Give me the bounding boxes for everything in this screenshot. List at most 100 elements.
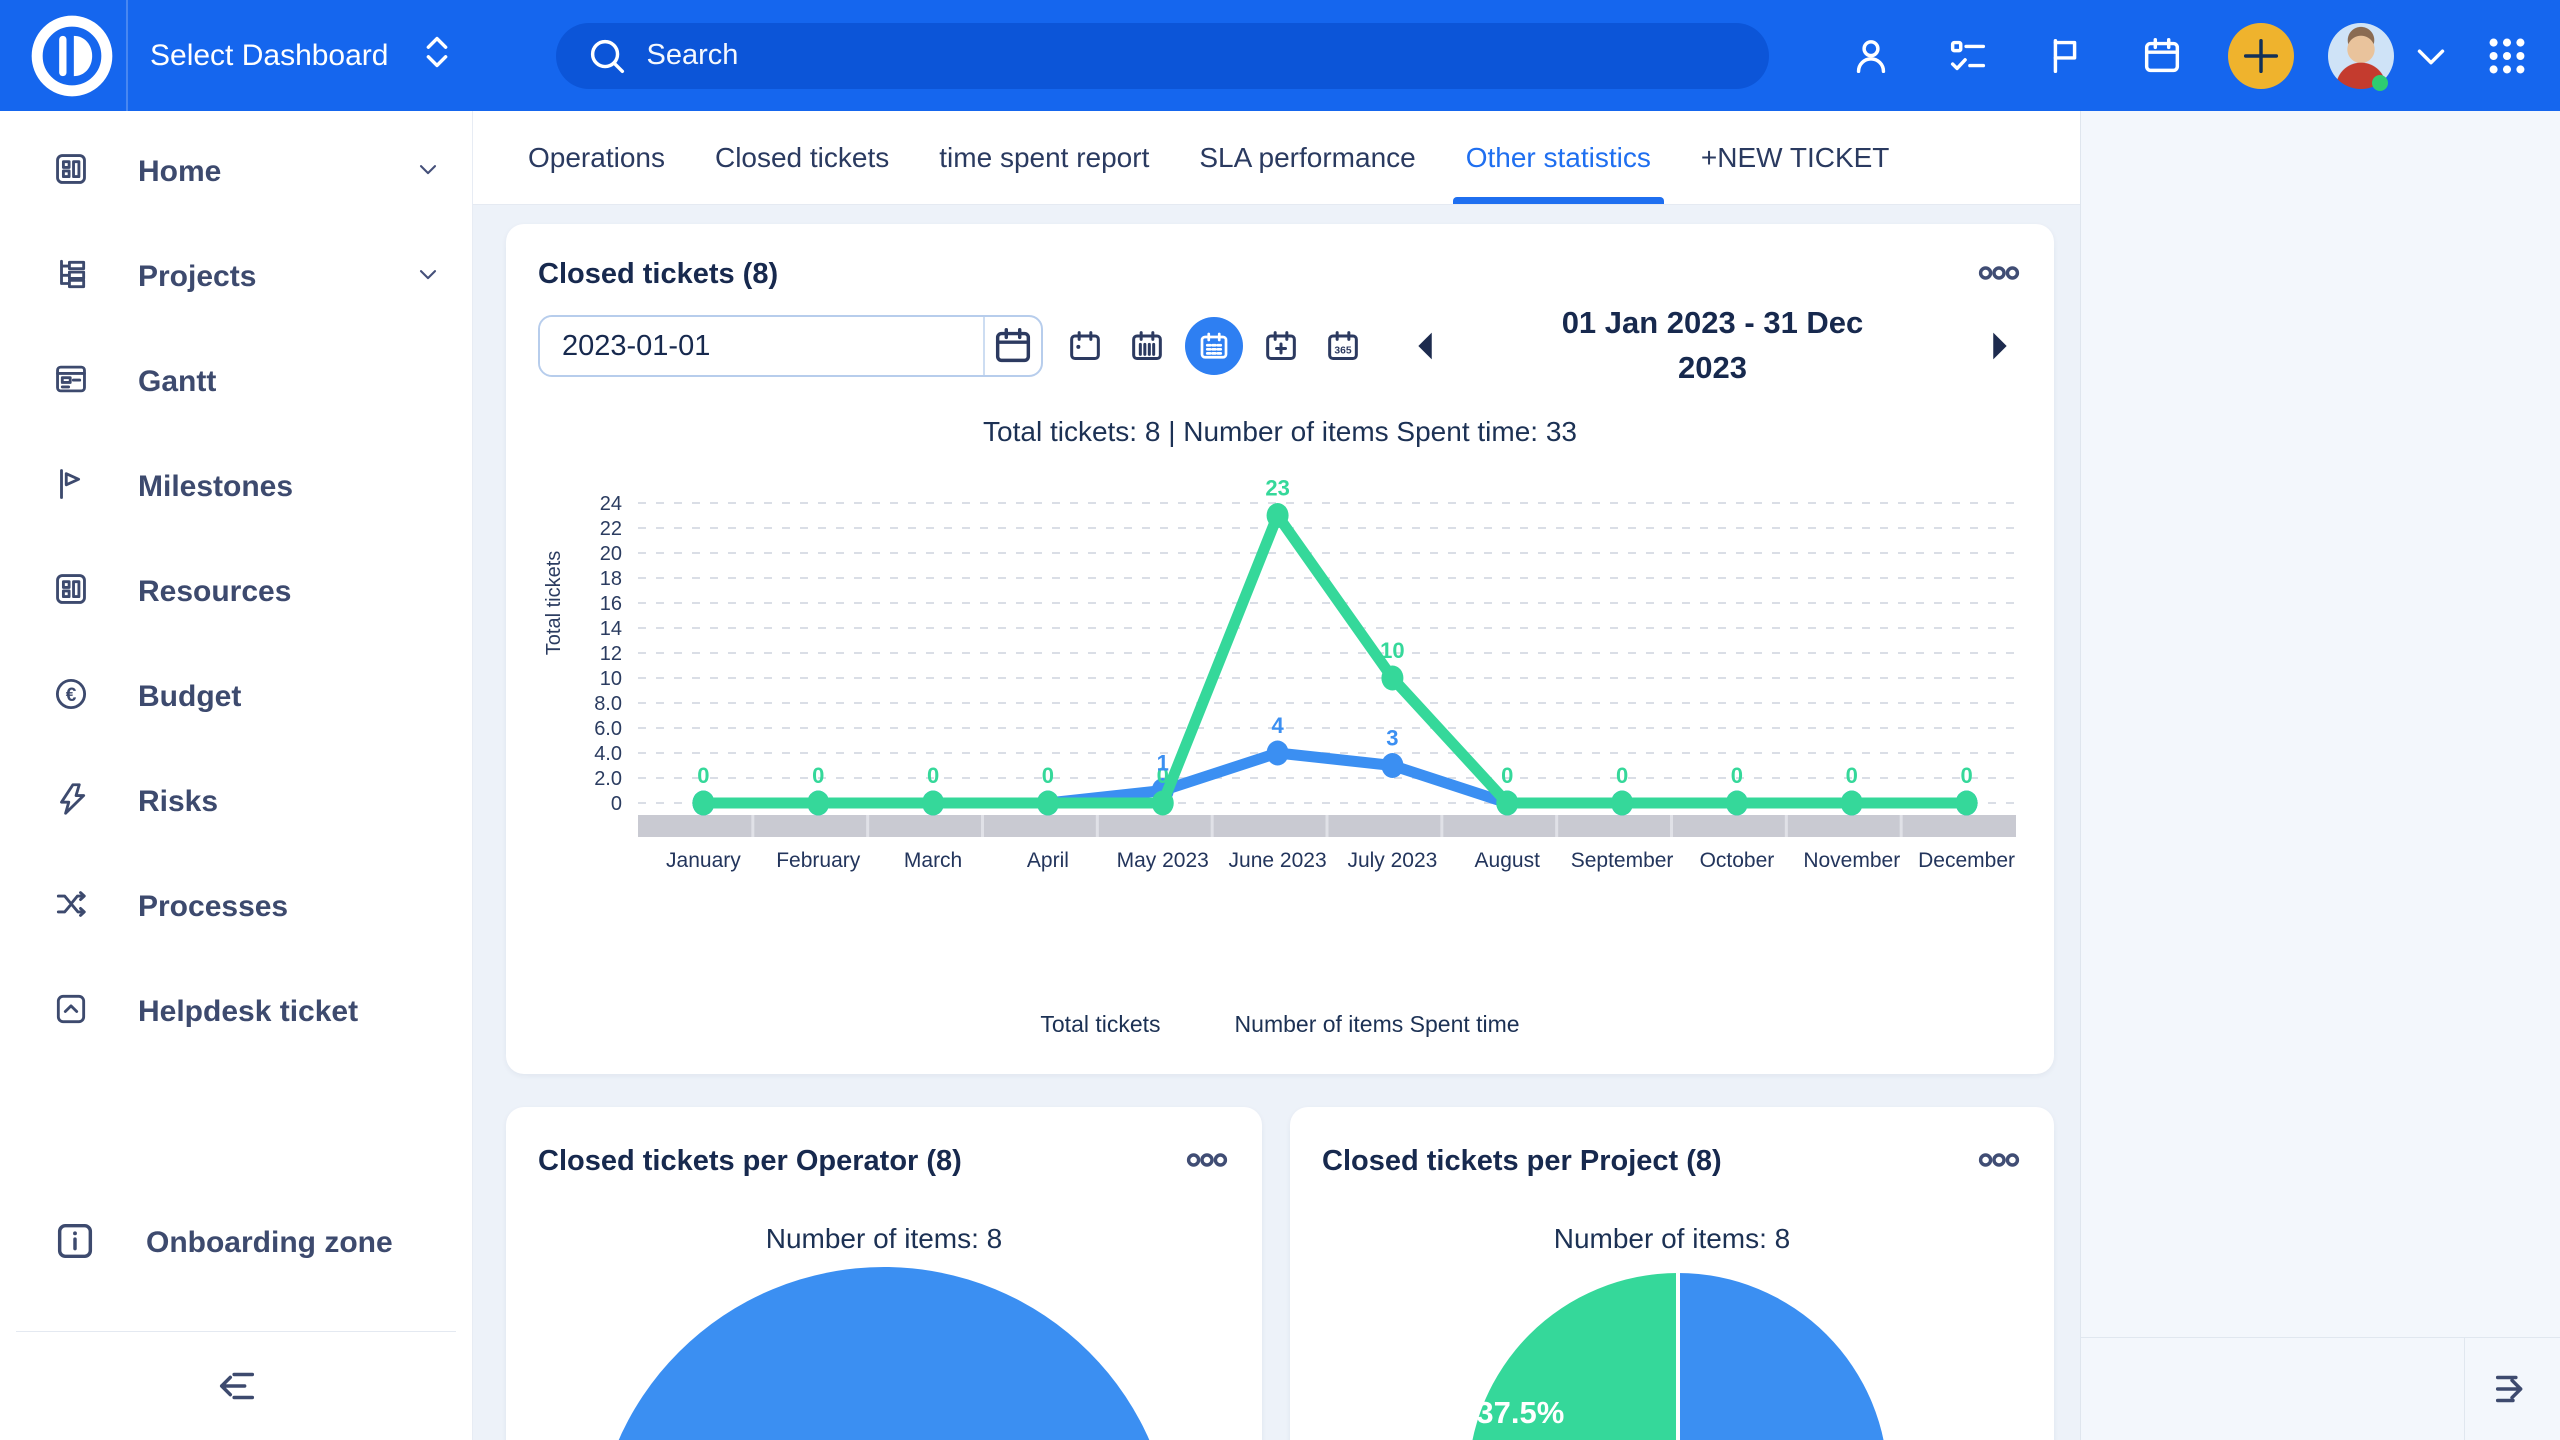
svg-text:April: April: [1027, 849, 1069, 872]
card-menu-button[interactable]: [1976, 1137, 2022, 1186]
tasks-icon[interactable]: [1919, 33, 2016, 79]
sidebar-item-label: Gantt: [138, 365, 216, 399]
processes-icon: [52, 885, 90, 928]
tab-time-spent-report[interactable]: time spent report: [914, 111, 1174, 204]
sidebar-item-label: Resources: [138, 575, 291, 609]
calendar-icon[interactable]: [2113, 33, 2210, 79]
card-menu-button[interactable]: [1184, 1137, 1230, 1186]
svg-text:12: 12: [600, 643, 622, 665]
tab-operations[interactable]: Operations: [503, 111, 690, 204]
tab-other-statistics[interactable]: Other statistics: [1441, 111, 1676, 204]
calendar-icon: [990, 323, 1036, 369]
svg-text:24: 24: [600, 493, 622, 515]
sidebar-item-label: Milestones: [138, 470, 293, 504]
sidebar-item-budget[interactable]: €Budget: [0, 644, 472, 749]
panel-collapse-button[interactable]: [2465, 1338, 2560, 1440]
svg-text:November: November: [1803, 849, 1900, 872]
sidebar-item-onboarding-zone[interactable]: Onboarding zone: [0, 1198, 473, 1288]
flag-icon[interactable]: [2016, 33, 2113, 79]
sidebar-collapse-button[interactable]: [0, 1332, 473, 1440]
header-actions: [1822, 23, 2530, 89]
sidebar-item-label: Risks: [138, 785, 218, 819]
avatar-chevron-down-icon[interactable]: [2408, 33, 2454, 79]
svg-text:June 2023: June 2023: [1229, 849, 1327, 872]
svg-text:10: 10: [1380, 638, 1404, 663]
calendar-day-icon[interactable]: [1061, 322, 1109, 370]
svg-text:September: September: [1571, 849, 1674, 872]
date-picker-button[interactable]: [983, 317, 1041, 375]
svg-text:Total tickets: Total tickets: [543, 551, 565, 655]
sidebar-nav: HomeProjects Gantt Milestones Resources €Bud…: [0, 111, 472, 1064]
svg-text:February: February: [776, 849, 861, 872]
calendar-month-icon[interactable]: [1185, 317, 1243, 375]
svg-text:1: 1: [1157, 751, 1169, 776]
svg-text:0: 0: [1616, 763, 1628, 788]
tab-label: time spent report: [939, 142, 1149, 174]
tab-bar: Operations Closed tickets time spent repor…: [473, 111, 2080, 205]
sidebar-item-helpdesk-ticket[interactable]: Helpdesk ticket: [0, 959, 472, 1064]
dashboard-selector[interactable]: Select Dashboard: [150, 29, 460, 83]
card-title: Closed tickets per Operator (8): [538, 1145, 962, 1178]
svg-text:October: October: [1700, 849, 1775, 872]
svg-text:May 2023: May 2023: [1117, 849, 1209, 872]
plus-icon: [2238, 33, 2284, 79]
tab-sla-performance[interactable]: SLA performance: [1174, 111, 1440, 204]
pie-subtitle: Number of items: 8: [538, 1223, 1230, 1255]
prev-period-button[interactable]: [1403, 323, 1449, 369]
sidebar-item-milestones[interactable]: Milestones: [0, 434, 472, 539]
tab-label: Other statistics: [1466, 142, 1651, 174]
user-icon[interactable]: [1822, 33, 1919, 79]
svg-text:2.0: 2.0: [594, 768, 622, 790]
sidebar-item-home[interactable]: Home: [0, 119, 472, 224]
pie-slice-label: 37.5%: [1476, 1395, 1564, 1431]
sidebar-item-resources[interactable]: Resources: [0, 539, 472, 644]
card-menu-button[interactable]: [1976, 250, 2022, 299]
panel-footer-spacer: [2081, 1338, 2465, 1440]
apps-grid-icon[interactable]: [2484, 33, 2530, 79]
sidebar-item-label: Budget: [138, 680, 241, 714]
sidebar-item-label: Helpdesk ticket: [138, 995, 358, 1029]
helpdesk-panel-footer: [2081, 1337, 2560, 1440]
sidebar-item-risks[interactable]: Risks: [0, 749, 472, 854]
app-logo-icon[interactable]: [28, 12, 116, 100]
sidebar-item-projects[interactable]: Projects: [0, 224, 472, 329]
helpdesk-ticket-icon: [52, 990, 90, 1033]
svg-text:January: January: [666, 849, 741, 872]
page-root: Select Dashboard HomeProjects Gantt Milest…: [0, 0, 2560, 1440]
tab-new-ticket[interactable]: +NEW TICKET: [1676, 111, 1915, 204]
resources-icon: [52, 570, 90, 613]
card-header: Closed tickets per Operator (8): [538, 1133, 1230, 1189]
card-header: Closed tickets per Project (8): [1322, 1133, 2022, 1189]
svg-text:23: 23: [1265, 476, 1289, 501]
chevron-down-icon: [414, 260, 442, 293]
svg-text:0: 0: [927, 763, 939, 788]
next-period-button[interactable]: [1976, 323, 2022, 369]
user-avatar[interactable]: [2328, 23, 2394, 89]
pie-slice-divider: [1676, 1273, 1680, 1440]
date-input[interactable]: [540, 317, 983, 375]
info-icon: [52, 1218, 98, 1269]
collapse-right-icon: [2490, 1366, 2536, 1412]
svg-text:10: 10: [600, 668, 622, 690]
svg-text:July 2023: July 2023: [1347, 849, 1437, 872]
calendar-quarter-icon[interactable]: [1257, 322, 1305, 370]
operator-card: Closed tickets per Operator (8) Number o…: [506, 1107, 1262, 1440]
sidebar-item-gantt[interactable]: Gantt: [0, 329, 472, 434]
add-button[interactable]: [2228, 23, 2294, 89]
calendar-week-icon[interactable]: [1123, 322, 1171, 370]
tab-label: Closed tickets: [715, 142, 889, 174]
legend-item-1[interactable]: Number of items Spent time: [1235, 1011, 1520, 1038]
project-pie-chart: 37.5%: [1468, 1273, 1888, 1440]
legend-item-0[interactable]: Total tickets: [1040, 1011, 1160, 1038]
calendar-year-icon[interactable]: 365: [1319, 322, 1367, 370]
gantt-icon: [52, 360, 90, 403]
sidebar-item-processes[interactable]: Processes: [0, 854, 472, 959]
svg-text:365: 365: [1334, 346, 1351, 357]
projects-icon: [52, 255, 90, 298]
tab-closed-tickets[interactable]: Closed tickets: [690, 111, 914, 204]
risk-bolt-icon: [52, 780, 90, 823]
date-field: [538, 315, 1043, 377]
svg-text:0: 0: [1846, 763, 1858, 788]
svg-text:December: December: [1918, 849, 2015, 872]
search-input[interactable]: [646, 39, 1741, 72]
